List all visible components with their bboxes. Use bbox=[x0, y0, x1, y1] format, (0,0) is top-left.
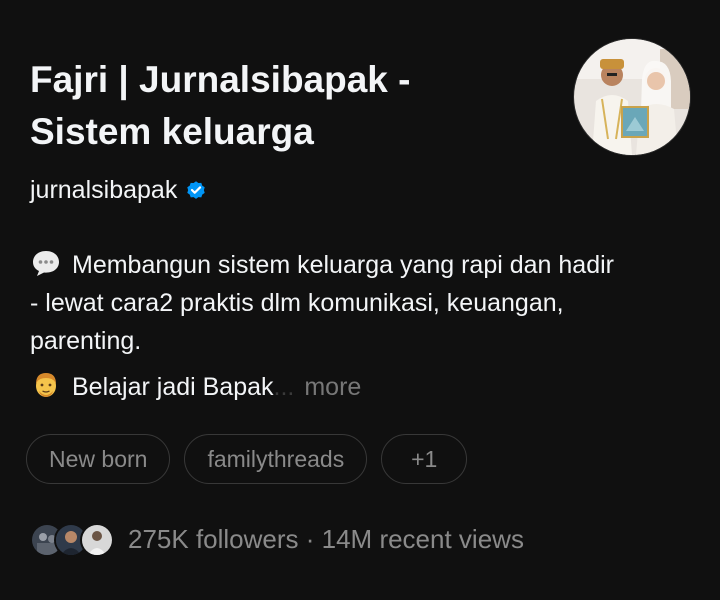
profile-handle[interactable]: jurnalsibapak bbox=[30, 176, 177, 205]
profile-name: Fajri | Jurnalsibapak - Sistem keluarga bbox=[30, 54, 530, 158]
follower-avatar-image bbox=[82, 525, 112, 555]
bio-line: Belajar jadi Bapak... more bbox=[30, 368, 700, 406]
bio-text-line4: Belajar jadi Bapak bbox=[72, 373, 274, 401]
bio-line: parenting. bbox=[30, 322, 700, 360]
follower-avatar bbox=[80, 523, 114, 557]
speech-bubble-icon bbox=[33, 251, 59, 276]
bio-line: - lewat cara2 praktis dlm komunikasi, ke… bbox=[30, 284, 700, 322]
verified-badge-icon bbox=[187, 181, 206, 199]
profile-name-line1: Fajri | Jurnalsibapak - bbox=[30, 59, 411, 100]
chip-more-count[interactable]: +1 bbox=[381, 434, 468, 484]
interest-chips: New born familythreads +1 bbox=[26, 434, 468, 484]
man-face-icon bbox=[36, 373, 56, 397]
bio-text-line2: - lewat cara2 praktis dlm komunikasi, ke… bbox=[30, 289, 564, 317]
chip-new-born[interactable]: New born bbox=[26, 434, 171, 484]
bio-text-line1: Membangun sistem keluarga yang rapi dan … bbox=[72, 251, 614, 279]
chip-familythreads[interactable]: familythreads bbox=[184, 434, 368, 484]
handle-row: jurnalsibapak bbox=[30, 172, 207, 208]
avatar-photo bbox=[574, 39, 690, 155]
profile-name-line2: Sistem keluarga bbox=[30, 111, 314, 152]
followers-row[interactable]: 275K followers · 14M recent views bbox=[30, 520, 524, 558]
bio: Membangun sistem keluarga yang rapi dan … bbox=[30, 246, 700, 406]
bio-line: Membangun sistem keluarga yang rapi dan … bbox=[30, 246, 700, 284]
followers-count[interactable]: 275K followers · 14M recent views bbox=[128, 524, 524, 555]
more-button[interactable]: more bbox=[304, 373, 361, 401]
follower-avatars bbox=[30, 522, 116, 557]
more-dots: ... bbox=[273, 373, 295, 401]
avatar[interactable] bbox=[573, 38, 691, 156]
bio-text-line3: parenting. bbox=[30, 327, 142, 355]
profile-header: Fajri | Jurnalsibapak - Sistem keluarga … bbox=[0, 0, 720, 600]
